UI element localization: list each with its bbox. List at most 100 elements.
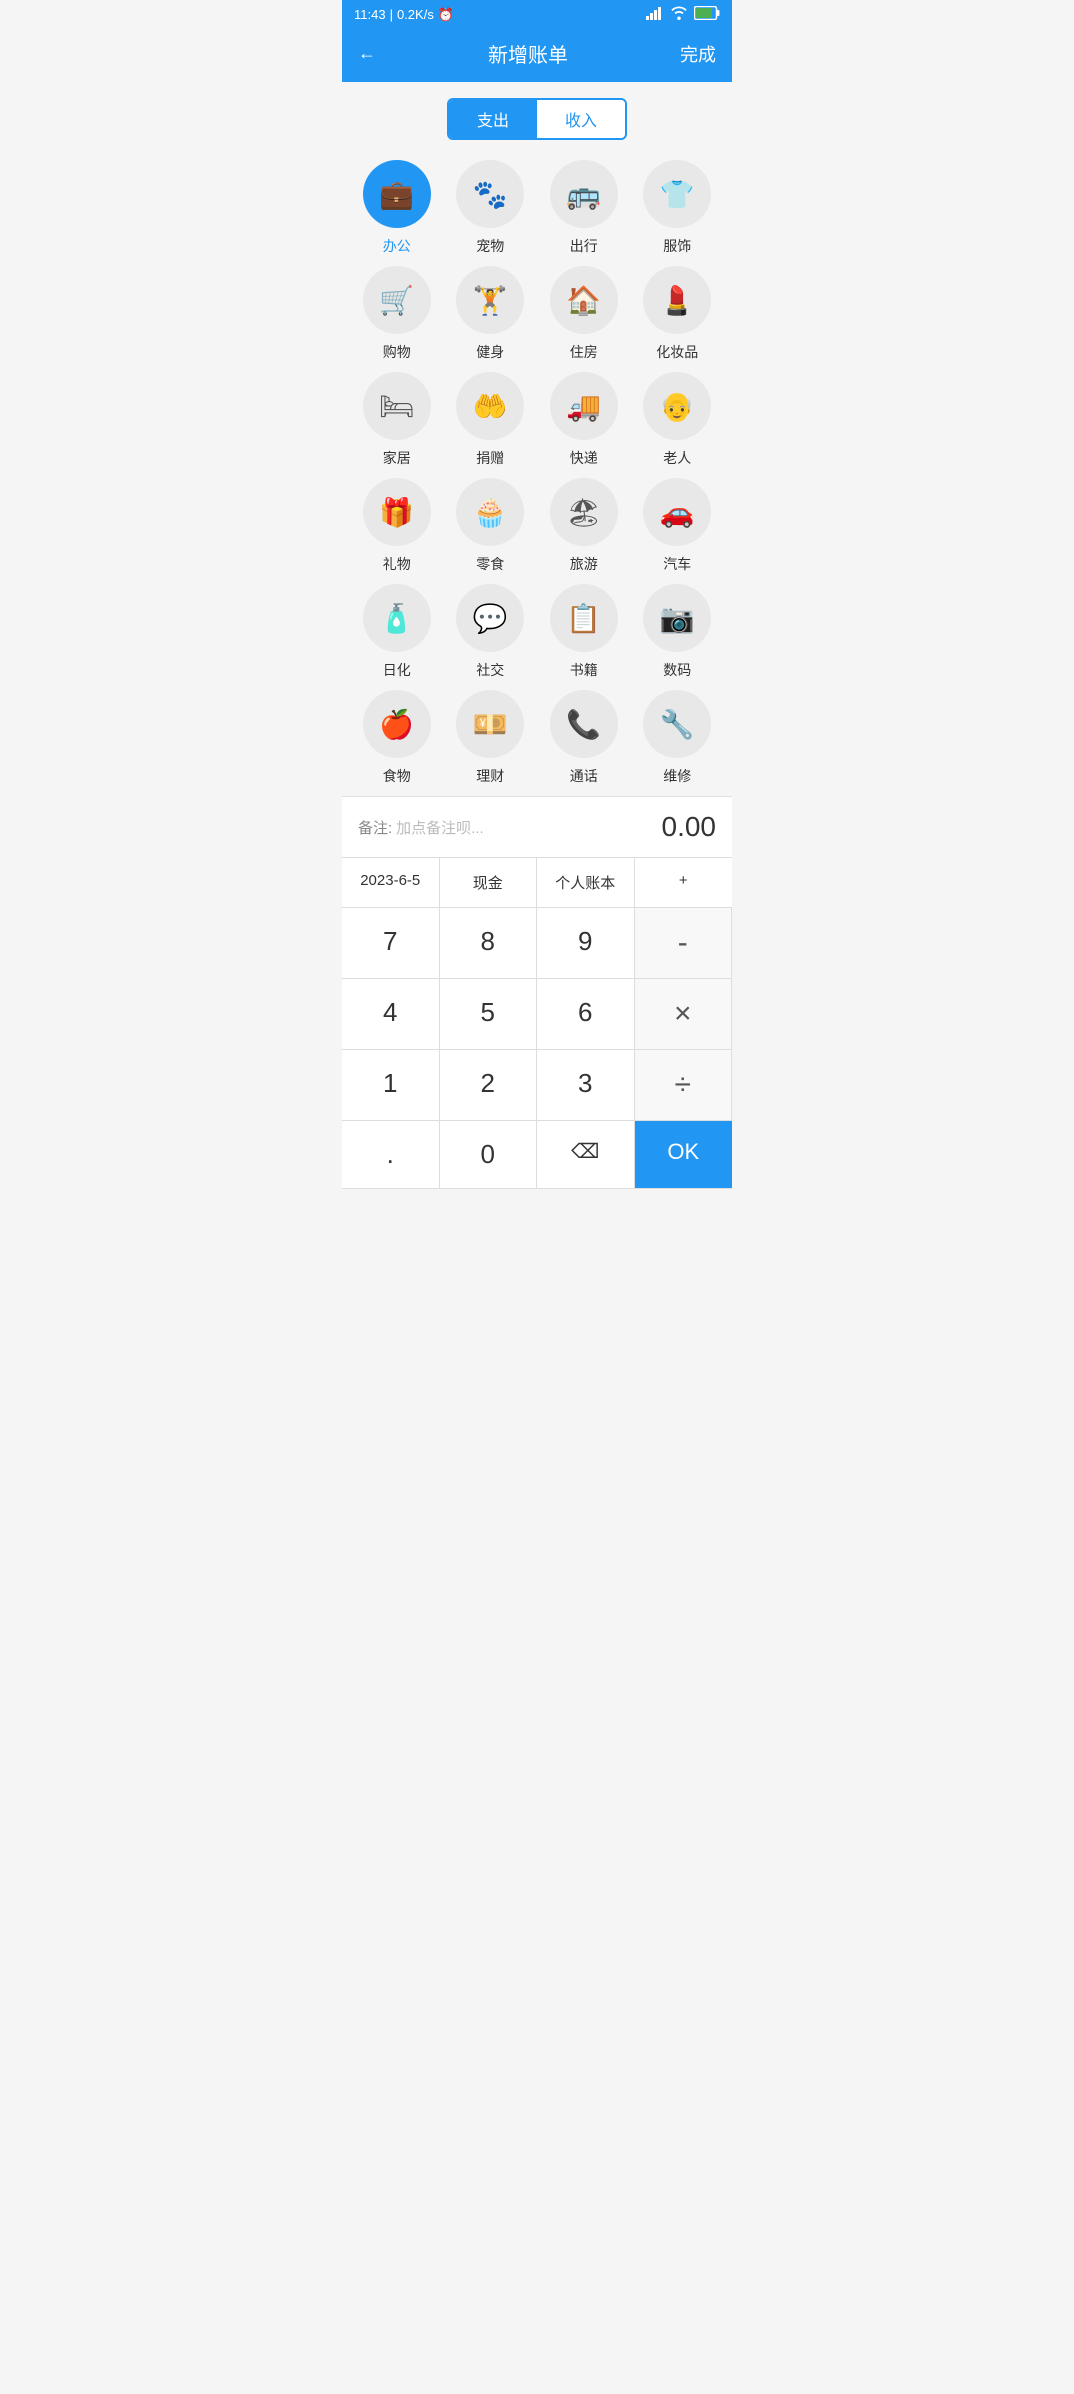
category-item-digital[interactable]: 📷 数码 — [631, 584, 725, 680]
category-item-snack[interactable]: 🧁零食 — [444, 478, 538, 574]
calc-top-account[interactable]: 个人账本 — [537, 858, 635, 908]
calc-top-plus[interactable]: + — [635, 858, 733, 908]
category-icon-repair: 🔧 — [643, 690, 711, 758]
battery-icon — [694, 6, 720, 23]
tab-expense[interactable]: 支出 — [449, 100, 537, 138]
calc-key-3[interactable]: 3 — [537, 1050, 635, 1121]
category-item-book[interactable]: 📋 书籍 — [537, 584, 631, 680]
category-label-courier: 快递 — [570, 448, 598, 468]
category-item-food[interactable]: 🍎 食物 — [350, 690, 444, 786]
category-label-clothing: 服饰 — [663, 236, 691, 256]
category-item-donation[interactable]: 🤲捐赠 — [444, 372, 538, 468]
category-label-food: 食物 — [383, 766, 411, 786]
category-item-phone[interactable]: 📞 通话 — [537, 690, 631, 786]
status-left: 11:43 | 0.2K/s ⏰ — [354, 7, 454, 23]
calc-key-9[interactable]: 9 — [537, 908, 635, 979]
calc-key-_[interactable]: - — [635, 908, 733, 979]
calc-key-8[interactable]: 8 — [440, 908, 538, 979]
category-item-office[interactable]: 💼办公 — [350, 160, 444, 256]
calc-key-OK[interactable]: OK — [635, 1121, 733, 1189]
category-grid: 💼办公🐾宠物🚌出行👕 服饰 🛒购物🏋 健身 🏠 住房 💄化妆品 🛏 家居 🤲捐赠🚚 快递 👴老人 🎁 礼物… — [342, 150, 732, 796]
category-label-finance: 理财 — [476, 766, 504, 786]
page-title: 新增账单 — [488, 39, 568, 68]
category-icon-car: 🚗 — [643, 478, 711, 546]
wifi-icon — [670, 6, 688, 23]
category-item-gift[interactable]: 🎁 礼物 — [350, 478, 444, 574]
calc-key-_[interactable]: ÷ — [635, 1050, 733, 1121]
category-item-tourism[interactable]: 🏖 旅游 — [537, 478, 631, 574]
calc-key-2[interactable]: 2 — [440, 1050, 538, 1121]
category-item-elder[interactable]: 👴老人 — [631, 372, 725, 468]
calc-key-1[interactable]: 1 — [342, 1050, 440, 1121]
calc-key-_[interactable]: ⌫ — [537, 1121, 635, 1189]
category-label-phone: 通话 — [570, 766, 598, 786]
remark-row: 备注: 加点备注呗... 0.00 — [342, 796, 732, 857]
calc-key-_[interactable]: × — [635, 979, 733, 1050]
category-item-repair[interactable]: 🔧 维修 — [631, 690, 725, 786]
category-icon-housing: 🏠 — [550, 266, 618, 334]
category-label-tourism: 旅游 — [570, 554, 598, 574]
category-icon-courier: 🚚 — [550, 372, 618, 440]
category-icon-clothing: 👕 — [643, 160, 711, 228]
category-label-car: 汽车 — [663, 554, 691, 574]
calc-top-date[interactable]: 2023-6-5 — [342, 858, 440, 908]
remark-input[interactable]: 加点备注呗... — [396, 817, 484, 838]
tab-income[interactable]: 收入 — [537, 100, 625, 138]
status-bar: 11:43 | 0.2K/s ⏰ — [342, 0, 732, 29]
category-label-fitness: 健身 — [476, 342, 504, 362]
category-icon-furniture: 🛏 — [363, 372, 431, 440]
calc-key-4[interactable]: 4 — [342, 979, 440, 1050]
status-right — [646, 6, 720, 23]
category-item-pet[interactable]: 🐾宠物 — [444, 160, 538, 256]
category-label-digital: 数码 — [663, 660, 691, 680]
category-label-gift: 礼物 — [383, 554, 411, 574]
category-icon-daily: 🧴 — [363, 584, 431, 652]
amount-display: 0.00 — [662, 811, 717, 843]
remark-label: 备注: — [358, 817, 392, 838]
category-label-office: 办公 — [383, 236, 411, 256]
category-item-social[interactable]: 💬 社交 — [444, 584, 538, 680]
category-item-shopping[interactable]: 🛒购物 — [350, 266, 444, 362]
category-icon-book: 📋 — [550, 584, 618, 652]
category-icon-finance: 💴 — [456, 690, 524, 758]
category-icon-digital: 📷 — [643, 584, 711, 652]
category-icon-food: 🍎 — [363, 690, 431, 758]
category-label-book: 书籍 — [570, 660, 598, 680]
category-label-housing: 住房 — [570, 342, 598, 362]
category-item-clothing[interactable]: 👕 服饰 — [631, 160, 725, 256]
done-button[interactable]: 完成 — [680, 41, 716, 67]
category-label-repair: 维修 — [663, 766, 691, 786]
category-item-cosmetics[interactable]: 💄化妆品 — [631, 266, 725, 362]
category-icon-phone: 📞 — [550, 690, 618, 758]
tab-switcher: 支出 收入 — [447, 98, 627, 140]
calc-key-0[interactable]: 0 — [440, 1121, 538, 1189]
category-item-finance[interactable]: 💴 理财 — [444, 690, 538, 786]
category-item-fitness[interactable]: 🏋 健身 — [444, 266, 538, 362]
calc-top-row: 2023-6-5现金个人账本+ — [342, 857, 732, 908]
category-icon-travel: 🚌 — [550, 160, 618, 228]
category-item-travel[interactable]: 🚌出行 — [537, 160, 631, 256]
category-item-furniture[interactable]: 🛏 家居 — [350, 372, 444, 468]
calc-grid: 789- 456× 123÷.0⌫OK — [342, 908, 732, 1189]
category-icon-snack: 🧁 — [456, 478, 524, 546]
time-display: 11:43 — [354, 7, 386, 22]
category-icon-tourism: 🏖 — [550, 478, 618, 546]
category-item-housing[interactable]: 🏠 住房 — [537, 266, 631, 362]
separator: | — [390, 7, 393, 22]
calc-top-payment[interactable]: 现金 — [440, 858, 538, 908]
calc-key-5[interactable]: 5 — [440, 979, 538, 1050]
calc-key-7[interactable]: 7 — [342, 908, 440, 979]
category-item-courier[interactable]: 🚚 快递 — [537, 372, 631, 468]
category-icon-social: 💬 — [456, 584, 524, 652]
category-label-furniture: 家居 — [383, 448, 411, 468]
category-label-social: 社交 — [476, 660, 504, 680]
category-icon-gift: 🎁 — [363, 478, 431, 546]
category-item-car[interactable]: 🚗 汽车 — [631, 478, 725, 574]
category-label-shopping: 购物 — [383, 342, 411, 362]
category-icon-elder: 👴 — [643, 372, 711, 440]
calc-key-6[interactable]: 6 — [537, 979, 635, 1050]
calc-key-_[interactable]: . — [342, 1121, 440, 1189]
category-icon-fitness: 🏋 — [456, 266, 524, 334]
back-button[interactable]: ← — [358, 43, 376, 64]
category-item-daily[interactable]: 🧴日化 — [350, 584, 444, 680]
